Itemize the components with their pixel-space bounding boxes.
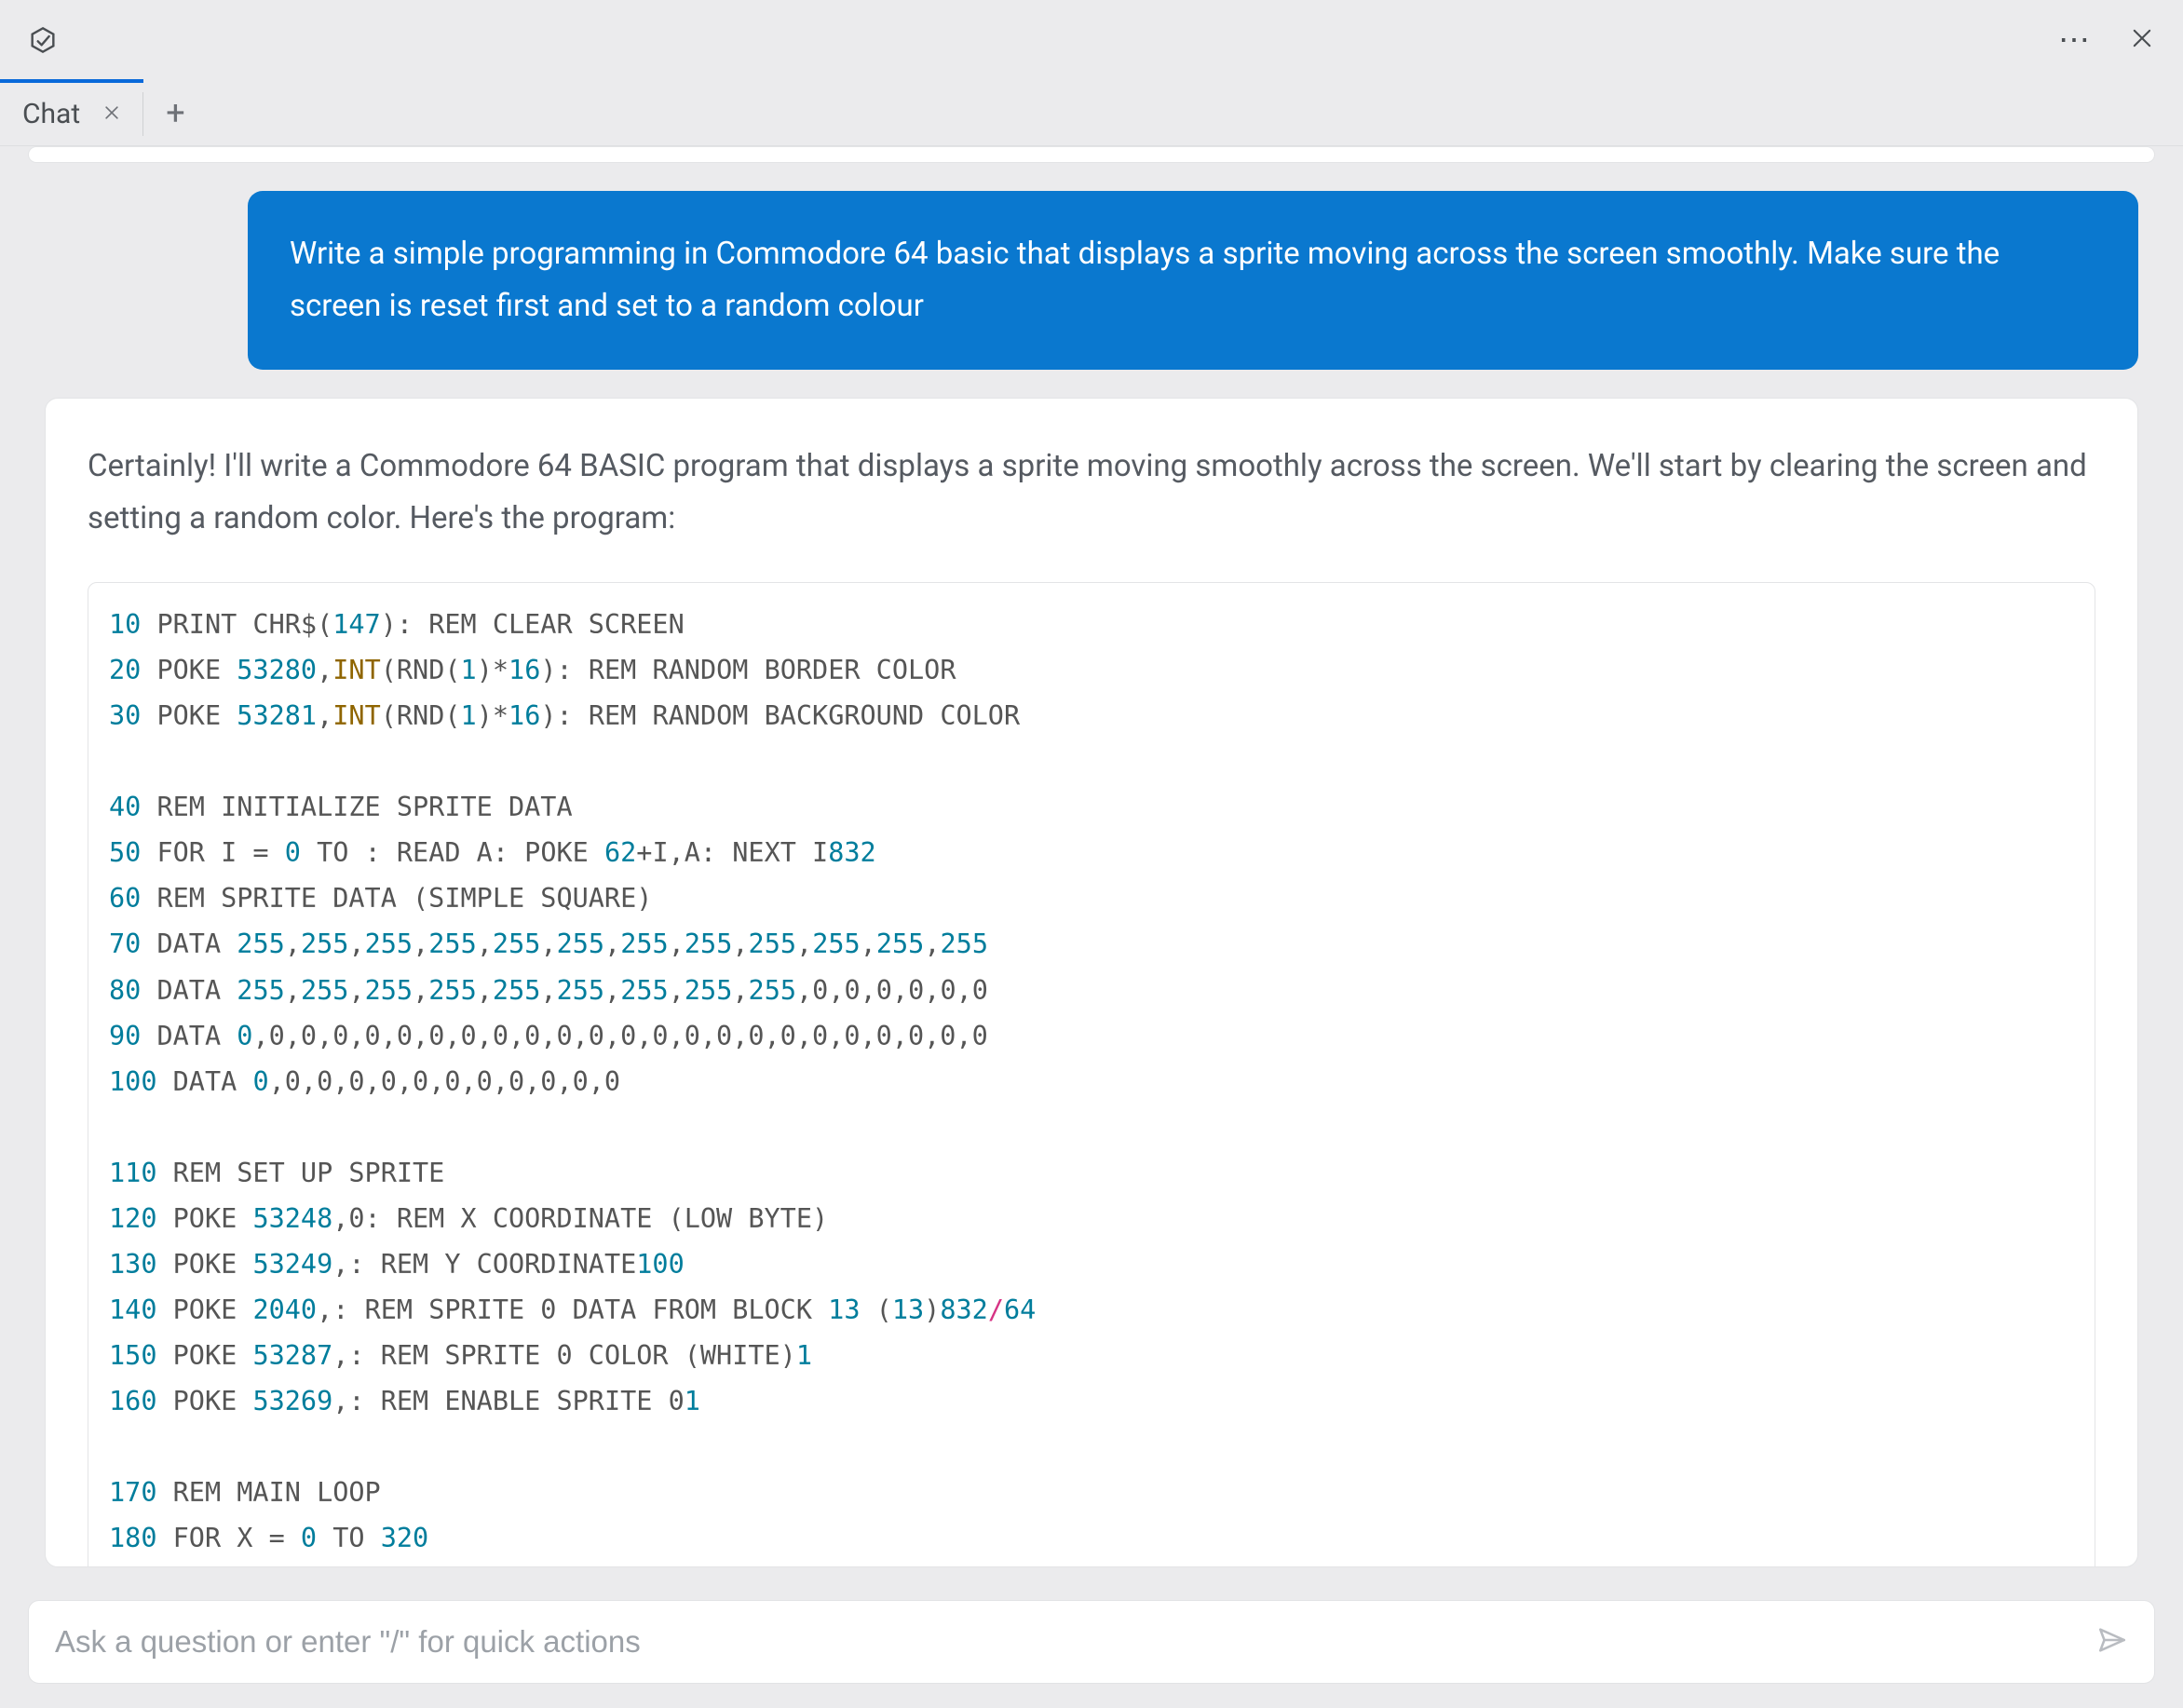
previous-card-edge	[28, 146, 2155, 163]
assistant-intro-text: Certainly! I'll write a Commodore 64 BAS…	[88, 441, 2095, 545]
assistant-message-card: Certainly! I'll write a Commodore 64 BAS…	[45, 398, 2138, 1567]
send-icon[interactable]	[2096, 1624, 2128, 1660]
title-left	[28, 25, 58, 55]
tab-bar: Chat +	[0, 79, 2183, 146]
tab-add-button[interactable]: +	[143, 93, 207, 132]
tab-chat[interactable]: Chat	[0, 79, 143, 145]
more-icon[interactable]: ⋯	[2058, 21, 2092, 59]
tab-label: Chat	[22, 98, 80, 130]
input-bar	[28, 1600, 2155, 1684]
chat-input[interactable]	[55, 1624, 2096, 1660]
app-icon	[28, 25, 58, 55]
title-bar: ⋯	[0, 0, 2183, 79]
close-window-icon[interactable]	[2129, 25, 2155, 55]
user-message-text: Write a simple programming in Commodore …	[290, 236, 2000, 324]
user-message-bubble: Write a simple programming in Commodore …	[248, 191, 2138, 370]
code-block[interactable]: 10 PRINT CHR$(147): REM CLEAR SCREEN20 P…	[88, 582, 2095, 1567]
content-area: Write a simple programming in Commodore …	[0, 146, 2183, 1708]
title-controls: ⋯	[2058, 21, 2155, 59]
tab-close-icon[interactable]	[102, 101, 121, 129]
